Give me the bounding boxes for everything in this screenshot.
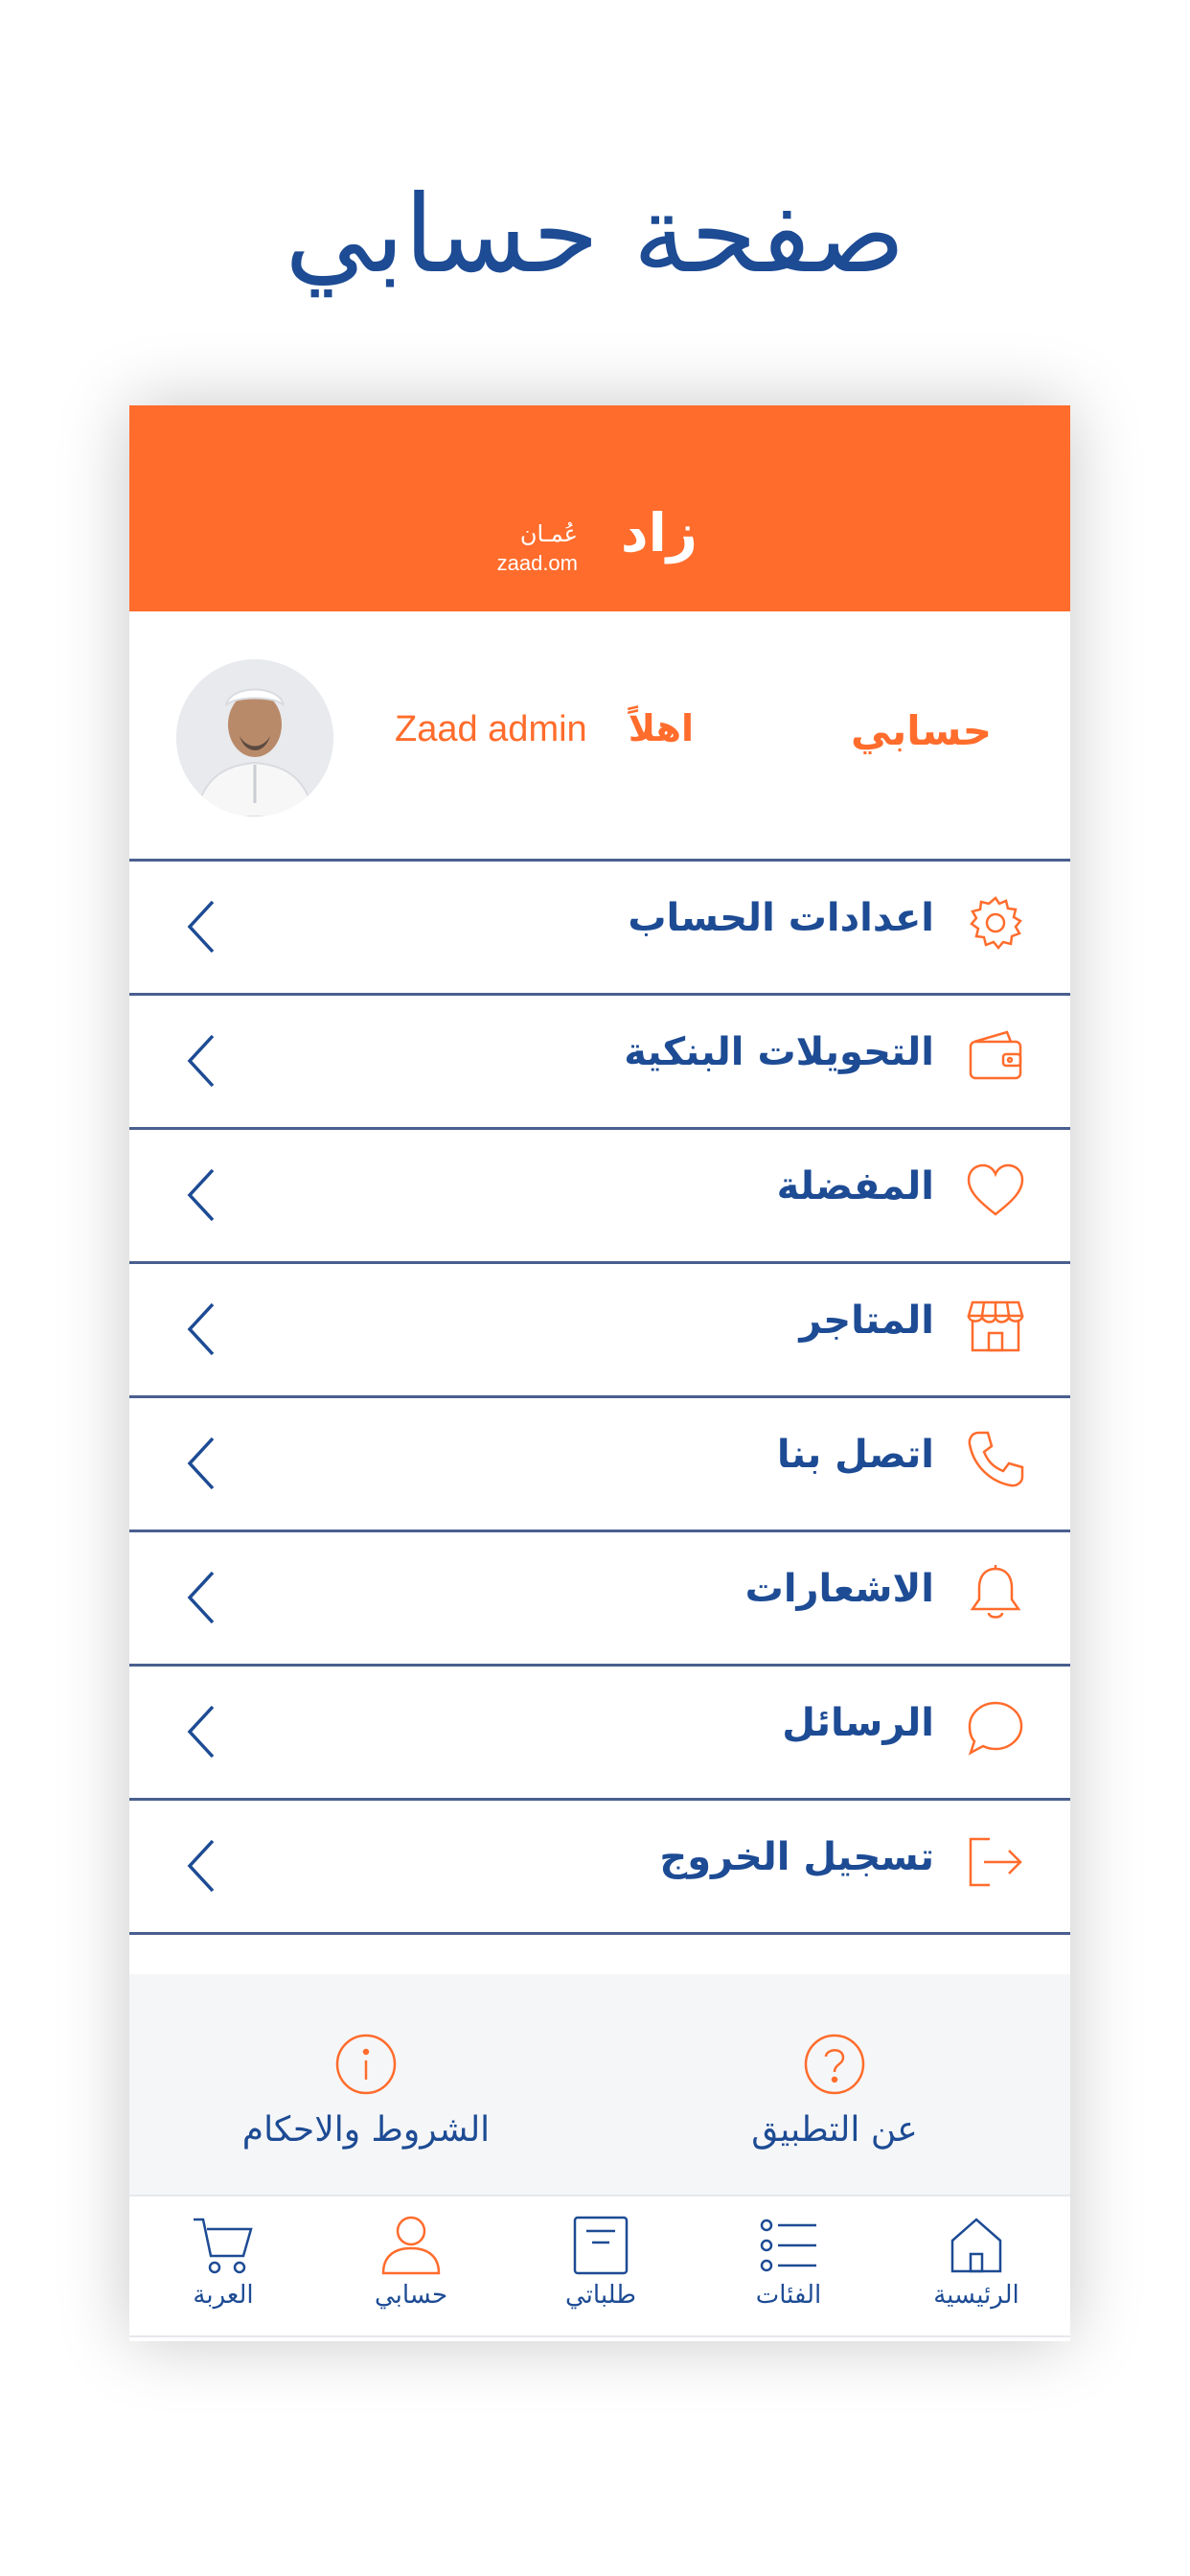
phone-icon — [968, 1431, 1024, 1487]
chat-icon — [968, 1701, 1023, 1756]
menu-label: تسجيل الخروج — [659, 1835, 934, 1879]
menu-item-account-settings[interactable]: اعدادات الحساب — [129, 859, 1070, 993]
menu-label: المتاجر — [799, 1299, 934, 1343]
user-icon — [381, 2216, 441, 2275]
logout-icon — [969, 1837, 1022, 1887]
bottom-tab-bar: الرئيسية الفئات طلباتي حسابي العربة — [129, 2195, 1070, 2337]
bell-icon — [970, 1565, 1021, 1619]
chevron-left-icon — [187, 1437, 215, 1490]
list-icon — [760, 2219, 816, 2272]
avatar[interactable] — [176, 659, 333, 816]
menu-item-logout[interactable]: تسجيل الخروج — [129, 1798, 1070, 1935]
tab-home[interactable]: الرئيسية — [882, 2196, 1070, 2335]
tab-cart[interactable]: العربة — [129, 2196, 317, 2335]
page-title: صفحة حسابي — [285, 172, 905, 297]
chevron-left-icon — [187, 1571, 215, 1624]
logo-main-text: زاد — [621, 511, 698, 564]
chevron-left-icon — [187, 1034, 215, 1088]
greeting: اهلاً — [628, 707, 694, 749]
chevron-left-icon — [187, 1705, 215, 1759]
tab-label: طلباتي — [565, 2281, 636, 2310]
menu-label: اعدادات الحساب — [628, 896, 934, 940]
chevron-left-icon — [187, 900, 215, 954]
menu-item-messages[interactable]: الرسائل — [129, 1664, 1070, 1798]
footer-links: عن التطبيق الشروط والاحكام — [129, 1974, 1070, 2195]
terms-label: الشروط والاحكام — [241, 2110, 491, 2150]
terms-link[interactable]: الشروط والاحكام — [174, 1974, 558, 2150]
chevron-left-icon — [187, 1168, 215, 1222]
tab-label: الفئات — [755, 2281, 822, 2310]
menu-item-contact-us[interactable]: اتصل بنا — [129, 1395, 1070, 1530]
tab-label: الرئيسية — [933, 2281, 1019, 2310]
cart-icon — [194, 2218, 253, 2274]
menu-label: الرسائل — [782, 1701, 934, 1745]
tab-orders[interactable]: طلباتي — [507, 2196, 695, 2335]
profile-header: Zaad admin اهلاً حسابي — [129, 611, 1070, 861]
tab-label: العربة — [193, 2281, 254, 2310]
chevron-left-icon — [187, 1839, 215, 1893]
tab-account[interactable]: حسابي — [317, 2196, 505, 2335]
about-app-link[interactable]: عن التطبيق — [643, 1974, 1026, 2150]
zaad-logo: زاد عُمـان zaad.om — [497, 511, 698, 575]
question-circle-icon — [804, 2034, 865, 2095]
account-menu: اعدادات الحساب التحويلات البنكية المفضلة — [129, 859, 1070, 1935]
wallet-icon — [969, 1030, 1022, 1080]
chevron-left-icon — [187, 1302, 215, 1356]
avatar-image — [176, 659, 333, 816]
menu-label: التحويلات البنكية — [624, 1030, 934, 1074]
menu-label: المفضلة — [776, 1164, 934, 1208]
menu-item-bank-transfers[interactable]: التحويلات البنكية — [129, 993, 1070, 1127]
heart-icon — [967, 1163, 1024, 1216]
about-app-label: عن التطبيق — [751, 2110, 918, 2150]
phone-screen: زاد عُمـان zaad.om Zaad admin اهلاً حساب… — [129, 405, 1070, 2341]
receipt-icon — [573, 2216, 629, 2275]
logo-domain-text: zaad.om — [497, 551, 578, 575]
store-icon — [967, 1300, 1024, 1352]
username: Zaad admin — [395, 709, 587, 749]
menu-item-stores[interactable]: المتاجر — [129, 1261, 1070, 1395]
menu-item-notifications[interactable]: الاشعارات — [129, 1530, 1070, 1664]
gear-icon — [970, 896, 1022, 950]
tab-label: حسابي — [374, 2281, 448, 2310]
logo-arabic-text: عُمـان — [520, 520, 578, 547]
account-section-title: حسابي — [850, 707, 992, 754]
app-header: زاد عُمـان zaad.om — [129, 405, 1070, 611]
tab-categories[interactable]: الفئات — [695, 2196, 882, 2335]
menu-label: اتصل بنا — [776, 1433, 934, 1477]
menu-item-favorites[interactable]: المفضلة — [129, 1127, 1070, 1261]
info-circle-icon — [335, 2034, 397, 2095]
menu-label: الاشعارات — [744, 1567, 934, 1611]
home-icon — [950, 2218, 1002, 2273]
